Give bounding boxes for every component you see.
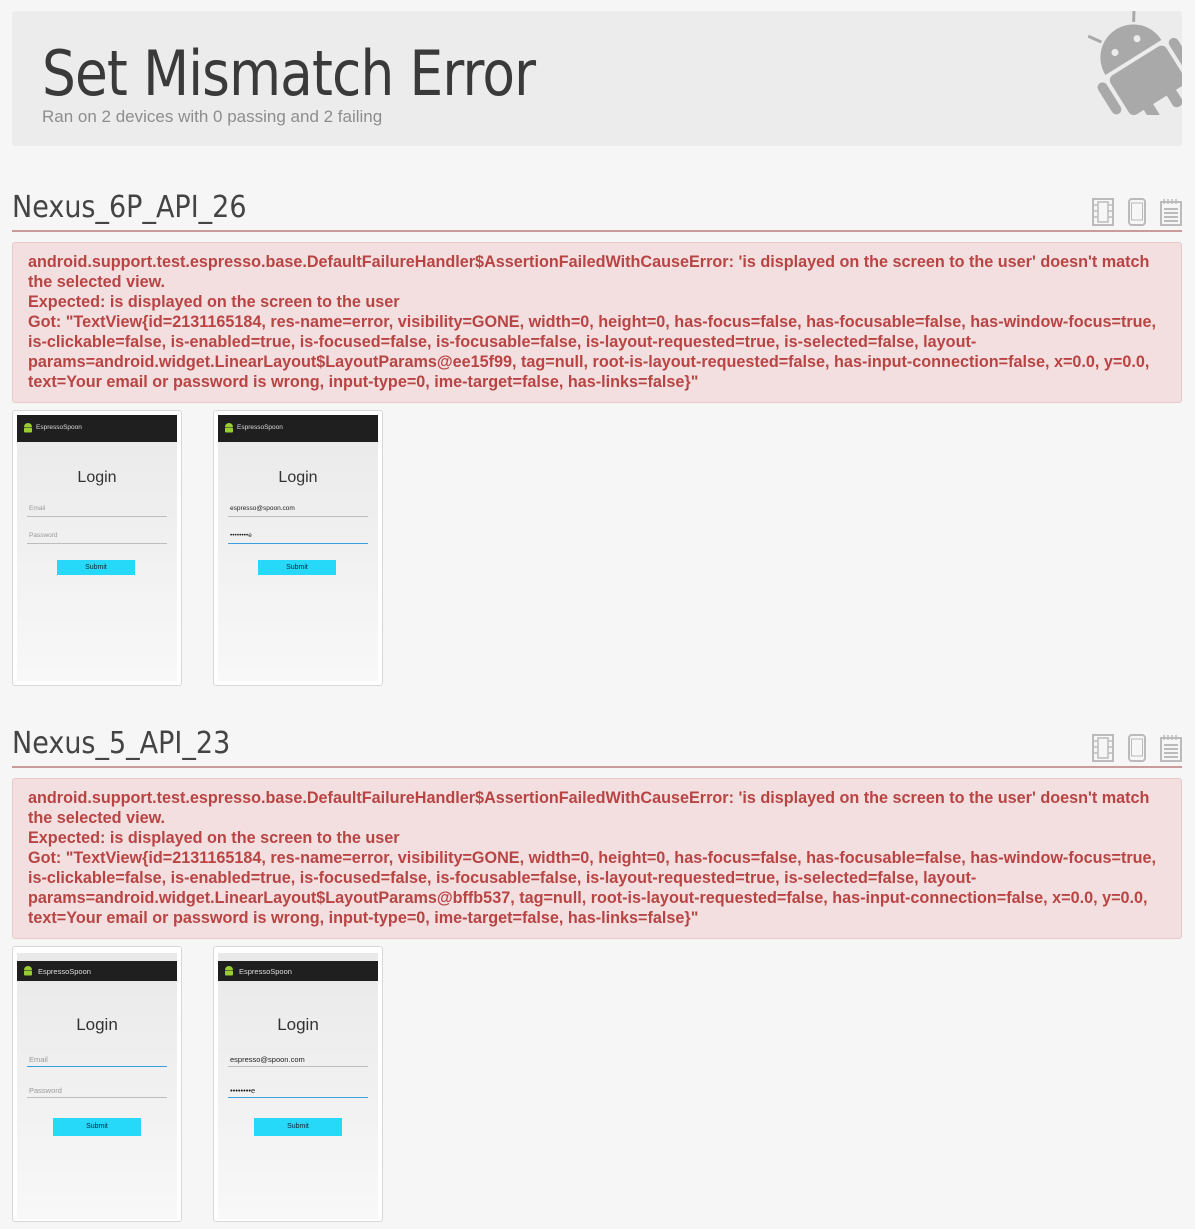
login-title: Login <box>76 1015 118 1034</box>
app-action-bar: EspressoSpoon <box>17 961 177 981</box>
film-icon[interactable] <box>1092 198 1114 226</box>
app-action-bar: EspressoSpoon <box>218 415 378 442</box>
login-title: Login <box>77 469 117 486</box>
error-got: Got: "TextView{id=2131165184, res-name=e… <box>28 849 1157 927</box>
phone-icon[interactable] <box>1126 198 1148 226</box>
error-exception: android.support.test.espresso.base.Defau… <box>28 253 1150 291</box>
error-expected: Expected: is displayed on the screen to … <box>28 293 400 311</box>
screenshot-thumbnail[interactable]: EspressoSpoon Login Email Password Submi… <box>12 946 182 1222</box>
android-logo-icon <box>1087 11 1182 115</box>
log-icon[interactable] <box>1160 734 1182 762</box>
app-name: EspressoSpoon <box>38 967 91 976</box>
error-message: android.support.test.espresso.base.Defau… <box>12 778 1182 939</box>
password-field: ••••••••e <box>228 1084 368 1098</box>
page-title: Set Mismatch Error <box>42 37 536 110</box>
screenshot-strip: EspressoSpoon Login Email Password Submi… <box>12 410 383 686</box>
device-screen: EspressoSpoon Login Email Password Submi… <box>17 415 177 681</box>
device-actions <box>1092 734 1182 762</box>
device-name[interactable]: Nexus_6P_API_26 <box>12 190 247 225</box>
password-field: Password <box>27 1084 167 1098</box>
submit-button: Submit <box>254 1118 342 1136</box>
error-message: android.support.test.espresso.base.Defau… <box>12 242 1182 403</box>
device-screen: EspressoSpoon Login espresso@spoon.com •… <box>218 415 378 681</box>
app-action-bar: EspressoSpoon <box>218 961 378 981</box>
screenshot-thumbnail[interactable]: EspressoSpoon Login espresso@spoon.com •… <box>213 410 383 686</box>
screenshot-strip: EspressoSpoon Login Email Password Submi… <box>12 946 383 1222</box>
app-name: EspressoSpoon <box>239 967 292 976</box>
error-expected: Expected: is displayed on the screen to … <box>28 829 400 847</box>
device-screen: EspressoSpoon Login espresso@spoon.com •… <box>218 953 378 1219</box>
submit-button: Submit <box>53 1118 141 1136</box>
app-launcher-icon <box>24 966 32 976</box>
header-banner: Set Mismatch Error Ran on 2 devices with… <box>12 11 1182 146</box>
screenshot-thumbnail[interactable]: EspressoSpoon Login Email Password Submi… <box>12 410 182 686</box>
app-launcher-icon <box>225 423 233 433</box>
film-icon[interactable] <box>1092 734 1114 762</box>
section-divider <box>12 230 1182 232</box>
app-launcher-icon <box>225 966 233 976</box>
error-got: Got: "TextView{id=2131165184, res-name=e… <box>28 313 1157 391</box>
run-summary: Ran on 2 devices with 0 passing and 2 fa… <box>42 107 383 126</box>
error-exception: android.support.test.espresso.base.Defau… <box>28 789 1150 827</box>
section-divider <box>12 766 1182 768</box>
email-field: espresso@spoon.com <box>228 1053 368 1067</box>
screenshot-thumbnail[interactable]: EspressoSpoon Login espresso@spoon.com •… <box>213 946 383 1222</box>
password-field: ••••••••e <box>228 530 368 544</box>
login-title: Login <box>278 469 318 486</box>
email-field: Email <box>27 1053 167 1067</box>
phone-icon[interactable] <box>1126 734 1148 762</box>
submit-button: Submit <box>258 560 336 575</box>
device-name[interactable]: Nexus_5_API_23 <box>12 726 230 761</box>
app-action-bar: EspressoSpoon <box>17 415 177 442</box>
login-title: Login <box>277 1015 319 1034</box>
device-screen: EspressoSpoon Login Email Password Submi… <box>17 953 177 1219</box>
email-field: espresso@spoon.com <box>228 503 368 517</box>
submit-button: Submit <box>57 560 135 575</box>
app-name: EspressoSpoon <box>36 424 82 431</box>
log-icon[interactable] <box>1160 198 1182 226</box>
app-launcher-icon <box>24 423 32 433</box>
password-field: Password <box>27 530 167 544</box>
app-name: EspressoSpoon <box>237 424 283 431</box>
email-field: Email <box>27 503 167 517</box>
device-actions <box>1092 198 1182 226</box>
